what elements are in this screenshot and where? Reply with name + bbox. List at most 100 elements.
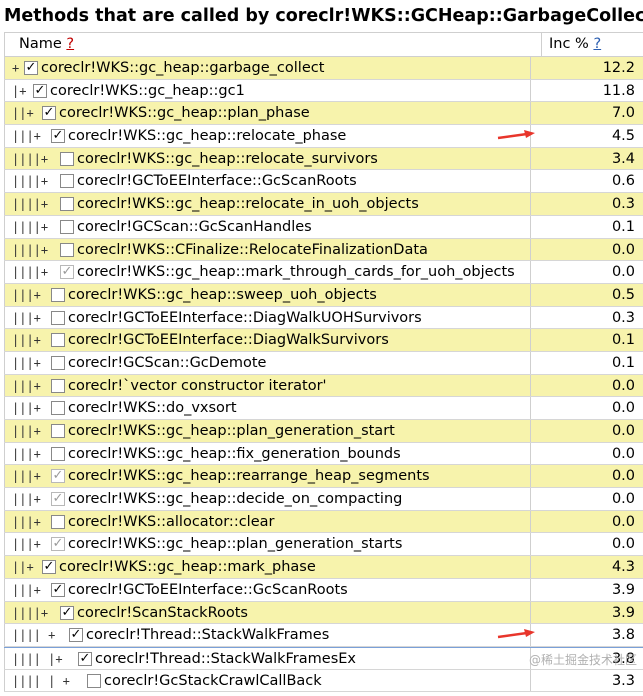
table-row[interactable]: ||||+ ✓coreclr!WKS::gc_heap::relocate_in_… bbox=[4, 193, 643, 216]
tree-expander[interactable]: |||+ bbox=[12, 488, 41, 510]
name-cell[interactable]: ||||+ ✓coreclr!GCToEEInterface::GcScanRoo… bbox=[4, 170, 531, 193]
row-checkbox[interactable]: ✓ bbox=[51, 514, 65, 529]
row-checkbox[interactable]: ✓ bbox=[51, 446, 65, 461]
tree-expander[interactable]: |||+ bbox=[12, 352, 41, 374]
name-cell[interactable]: |||+ ✓coreclr!GCToEEInterface::DiagWalkUO… bbox=[4, 306, 531, 329]
tree-expander[interactable]: |||+ bbox=[12, 579, 41, 601]
table-row[interactable]: |||+ ✓coreclr!WKS::gc_heap::plan_generati… bbox=[4, 420, 643, 443]
tree-expander[interactable]: ||||+ bbox=[12, 602, 48, 624]
table-row[interactable]: |||+ ✓coreclr!WKS::gc_heap::fix_generatio… bbox=[4, 442, 643, 466]
row-checkbox[interactable]: ✓ bbox=[60, 174, 74, 189]
name-cell[interactable]: |||| + ✓ coreclr!Thread::StackWalkFrames bbox=[4, 624, 531, 646]
row-checkbox[interactable]: ✓ bbox=[51, 129, 65, 144]
tree-expander[interactable]: |||+ bbox=[12, 329, 41, 351]
name-cell[interactable]: ||+ ✓ coreclr!WKS::gc_heap::plan_phase bbox=[4, 102, 531, 125]
table-row[interactable]: |||+ ✓coreclr!GCToEEInterface::DiagWalkSu… bbox=[4, 329, 643, 352]
row-checkbox[interactable]: ✓ bbox=[42, 106, 56, 121]
row-checkbox[interactable]: ✓ bbox=[60, 219, 74, 234]
row-checkbox[interactable]: ✓ bbox=[60, 242, 74, 257]
row-checkbox[interactable]: ✓ bbox=[33, 83, 47, 98]
tree-expander[interactable]: |||+ bbox=[12, 125, 41, 147]
name-cell[interactable]: |||+ ✓coreclr!WKS::gc_heap::sweep_uoh_obj… bbox=[4, 283, 531, 306]
table-row[interactable]: |||+ ✓ coreclr!WKS::gc_heap::rearrange_hea… bbox=[4, 465, 643, 489]
table-row[interactable]: ||||+ ✓coreclr!GCToEEInterface::GcScanRoo… bbox=[4, 170, 643, 194]
row-checkbox[interactable]: ✓ bbox=[51, 492, 65, 507]
tree-expander[interactable]: ||+ bbox=[12, 102, 34, 124]
tree-expander[interactable]: |||+ bbox=[12, 307, 41, 329]
table-row[interactable]: |||| + ✓ coreclr!Thread::StackWalkFrames 3.… bbox=[4, 624, 643, 647]
row-checkbox[interactable]: ✓ bbox=[51, 537, 65, 552]
table-row[interactable]: |||+ ✓coreclr!GCToEEInterface::DiagWalkUO… bbox=[4, 306, 643, 330]
row-checkbox[interactable]: ✓ bbox=[51, 287, 65, 302]
row-checkbox[interactable]: ✓ bbox=[51, 378, 65, 393]
name-column-header[interactable]: Name ? bbox=[4, 33, 542, 56]
table-row[interactable]: |||+ ✓ coreclr!WKS::gc_heap::relocate_phas… bbox=[4, 125, 643, 148]
tree-expander[interactable]: |||| |+ bbox=[12, 648, 63, 669]
name-cell[interactable]: |||+ ✓ coreclr!WKS::gc_heap::relocate_phas… bbox=[4, 125, 531, 147]
row-checkbox[interactable]: ✓ bbox=[51, 424, 65, 438]
name-cell[interactable]: |||| | + ✓coreclr!GcStackCrawlCallBack bbox=[4, 669, 531, 692]
inc-column-header[interactable]: Inc % ? bbox=[542, 33, 643, 56]
tree-expander[interactable]: |||+ bbox=[12, 443, 41, 465]
name-cell[interactable]: ||||+ ✓coreclr!GCScan::GcScanHandles bbox=[4, 215, 531, 238]
table-row[interactable]: |||+ ✓ coreclr!WKS::gc_heap::decide_on_com… bbox=[4, 488, 643, 511]
table-row[interactable]: + ✓ coreclr!WKS::gc_heap::garbage_collect 1… bbox=[4, 57, 643, 80]
tree-expander[interactable]: ||||+ bbox=[12, 261, 48, 283]
table-row[interactable]: |||+ ✓coreclr!`vector constructor iterato… bbox=[4, 374, 643, 398]
name-cell[interactable]: ||+ ✓ coreclr!WKS::gc_heap::mark_phase bbox=[4, 556, 531, 578]
table-row[interactable]: ||||+ ✓coreclr!WKS::CFinalize::RelocateFi… bbox=[4, 238, 643, 262]
name-cell[interactable]: |||+ ✓coreclr!WKS::do_vxsort bbox=[4, 397, 531, 419]
name-cell[interactable]: ||||+ ✓coreclr!WKS::gc_heap::relocate_in_… bbox=[4, 193, 531, 215]
table-row[interactable]: ||+ ✓ coreclr!WKS::gc_heap::plan_phase 7.0 bbox=[4, 102, 643, 126]
table-row[interactable]: ||+ ✓ coreclr!WKS::gc_heap::mark_phase 4.3 bbox=[4, 556, 643, 579]
table-row[interactable]: |||+ ✓coreclr!GCScan::GcDemote 0.1 bbox=[4, 351, 643, 375]
tree-expander[interactable]: |||+ bbox=[12, 420, 41, 442]
table-row[interactable]: ||||+ ✓coreclr!WKS::gc_heap::relocate_sur… bbox=[4, 147, 643, 171]
name-cell[interactable]: ||||+ ✓ coreclr!ScanStackRoots bbox=[4, 601, 531, 624]
tree-expander[interactable]: ||||+ bbox=[12, 216, 48, 238]
row-checkbox[interactable]: ✓ bbox=[69, 628, 83, 643]
name-help-link[interactable]: ? bbox=[66, 36, 74, 52]
table-row[interactable]: ||||+ ✓coreclr!GCScan::GcScanHandles 0.1 bbox=[4, 215, 643, 239]
row-checkbox[interactable]: ✓ bbox=[24, 61, 38, 75]
name-cell[interactable]: |||+ ✓coreclr!WKS::allocator::clear bbox=[4, 510, 531, 533]
table-row[interactable]: ||||+ ✓ coreclr!ScanStackRoots 3.9 bbox=[4, 601, 643, 625]
name-cell[interactable]: |||+ ✓coreclr!`vector constructor iterato… bbox=[4, 374, 531, 397]
name-cell[interactable]: ||||+ ✓coreclr!WKS::gc_heap::relocate_sur… bbox=[4, 147, 531, 170]
name-cell[interactable]: |||+ ✓coreclr!GCToEEInterface::DiagWalkSu… bbox=[4, 329, 531, 351]
name-cell[interactable]: ||||+ ✓ coreclr!WKS::gc_heap::mark_through… bbox=[4, 261, 531, 283]
table-row[interactable]: ||||+ ✓ coreclr!WKS::gc_heap::mark_through… bbox=[4, 261, 643, 284]
name-cell[interactable]: |||+ ✓ coreclr!WKS::gc_heap::decide_on_com… bbox=[4, 488, 531, 510]
tree-expander[interactable]: |||+ bbox=[12, 465, 41, 487]
tree-expander[interactable]: |||| + bbox=[12, 624, 55, 646]
tree-expander[interactable]: ||+ bbox=[12, 556, 34, 578]
table-row[interactable]: |||| | + ✓coreclr!GcStackCrawlCallBack 3.3 bbox=[4, 669, 643, 693]
name-cell[interactable]: |||+ ✓coreclr!WKS::gc_heap::plan_generati… bbox=[4, 420, 531, 442]
name-cell[interactable]: |||+ ✓coreclr!WKS::gc_heap::plan_generati… bbox=[4, 533, 531, 556]
table-row[interactable]: |||+ ✓coreclr!WKS::gc_heap::sweep_uoh_obj… bbox=[4, 283, 643, 307]
inc-help-link[interactable]: ? bbox=[593, 36, 601, 52]
row-checkbox[interactable]: ✓ bbox=[60, 151, 74, 166]
row-checkbox[interactable]: ✓ bbox=[60, 605, 74, 620]
row-checkbox[interactable]: ✓ bbox=[51, 333, 65, 348]
name-cell[interactable]: |||+ ✓ coreclr!WKS::gc_heap::rearrange_hea… bbox=[4, 465, 531, 488]
tree-expander[interactable]: |||| | + bbox=[12, 670, 70, 692]
name-cell[interactable]: ||||+ ✓coreclr!WKS::CFinalize::RelocateFi… bbox=[4, 238, 531, 261]
name-cell[interactable]: + ✓ coreclr!WKS::gc_heap::garbage_collect bbox=[4, 57, 531, 79]
tree-expander[interactable]: |||+ bbox=[12, 511, 41, 533]
tree-expander[interactable]: ||||+ bbox=[12, 170, 48, 192]
row-checkbox[interactable]: ✓ bbox=[51, 401, 65, 416]
row-checkbox[interactable]: ✓ bbox=[51, 310, 65, 325]
name-cell[interactable]: |||+ ✓coreclr!GCScan::GcDemote bbox=[4, 351, 531, 374]
table-row[interactable]: |+ ✓ coreclr!WKS::gc_heap::gc1 11.8 bbox=[4, 79, 643, 103]
name-cell[interactable]: |||+ ✓coreclr!WKS::gc_heap::fix_generatio… bbox=[4, 442, 531, 465]
row-checkbox[interactable]: ✓ bbox=[51, 469, 65, 484]
name-cell[interactable]: |||| |+ ✓ coreclr!Thread::StackWalkFramesE… bbox=[4, 647, 531, 669]
tree-expander[interactable]: |||+ bbox=[12, 397, 41, 419]
tree-expander[interactable]: |||+ bbox=[12, 284, 41, 306]
tree-expander[interactable]: ||||+ bbox=[12, 193, 48, 215]
name-cell[interactable]: |+ ✓ coreclr!WKS::gc_heap::gc1 bbox=[4, 79, 531, 102]
tree-expander[interactable]: ||||+ bbox=[12, 148, 48, 170]
name-cell[interactable]: |||+ ✓ coreclr!GCToEEInterface::GcScanRoot… bbox=[4, 578, 531, 601]
table-row[interactable]: |||+ ✓ coreclr!GCToEEInterface::GcScanRoot… bbox=[4, 578, 643, 602]
